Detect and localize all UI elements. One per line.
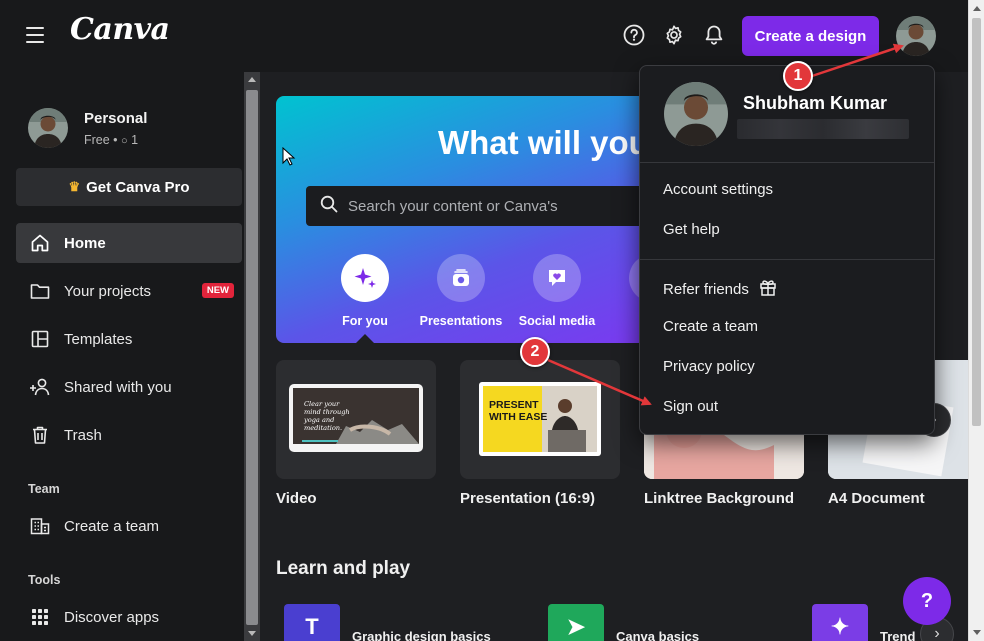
window-scrollbar[interactable] xyxy=(968,0,984,641)
svg-text:yoga and: yoga and xyxy=(303,416,334,424)
team-section-label: Team xyxy=(28,482,60,496)
category-for-you[interactable]: For you xyxy=(320,254,410,328)
heart-chat-icon xyxy=(533,254,581,302)
design-card-video[interactable]: Clear your mind through yoga and meditat… xyxy=(276,360,436,479)
search-input[interactable]: Search your content or Canva's xyxy=(306,186,646,226)
menu-item-sign-out[interactable]: Sign out xyxy=(663,398,718,415)
top-bar: Canva Create a design xyxy=(0,0,968,72)
get-canva-pro-button[interactable]: ♛ Get Canva Pro xyxy=(16,168,242,206)
user-icon: ○ xyxy=(121,134,128,147)
home-icon xyxy=(28,231,52,255)
paper-plane-icon: ➤ xyxy=(548,604,604,641)
sparkle-icon: ✦ xyxy=(812,604,868,641)
sidebar-item-your-projects[interactable]: Your projects NEW xyxy=(16,271,242,311)
menu-item-account-settings[interactable]: Account settings xyxy=(663,181,773,198)
mouse-pointer-icon xyxy=(282,146,296,172)
menu-item-get-help[interactable]: Get help xyxy=(663,221,720,238)
bell-icon[interactable] xyxy=(701,22,727,48)
design-label-video: Video xyxy=(276,490,317,507)
menu-item-privacy-policy[interactable]: Privacy policy xyxy=(663,358,755,375)
sparkle-icon xyxy=(341,254,389,302)
avatar xyxy=(28,108,68,148)
scrollbar-thumb[interactable] xyxy=(972,18,981,426)
search-icon xyxy=(320,195,338,217)
scroll-up-arrow[interactable] xyxy=(248,77,256,82)
gift-icon xyxy=(759,278,777,300)
svg-text:mind through: mind through xyxy=(304,408,350,416)
help-circle-icon[interactable] xyxy=(621,22,647,48)
building-icon xyxy=(28,514,52,538)
profile-name: Personal xyxy=(84,109,148,127)
selected-indicator xyxy=(356,334,374,343)
category-presentations[interactable]: Presentations xyxy=(416,254,506,328)
sidebar-item-shared-with-you[interactable]: Shared with you xyxy=(16,367,242,407)
new-badge: NEW xyxy=(201,283,234,298)
learn-item-canva-basics[interactable]: ➤ Canva basics xyxy=(548,604,699,641)
divider xyxy=(640,259,934,260)
canva-logo[interactable]: Canva xyxy=(70,12,170,47)
scroll-down-arrow[interactable] xyxy=(248,631,256,636)
apps-grid-icon xyxy=(28,605,52,629)
profile-plan: Free • ○ 1 xyxy=(84,132,139,147)
trash-icon xyxy=(28,423,52,447)
learn-and-play-heading: Learn and play xyxy=(276,558,411,579)
menu-icon[interactable] xyxy=(26,27,44,43)
category-social-media[interactable]: Social media xyxy=(512,254,602,328)
design-label-presentation: Presentation (16:9) xyxy=(460,490,596,507)
svg-text:Clear your: Clear your xyxy=(304,400,340,408)
tools-section-label: Tools xyxy=(28,573,61,587)
account-name: Shubham Kumar xyxy=(743,93,888,113)
sidebar: Personal Free • ○ 1 ♛ Get Canva Pro Home… xyxy=(0,72,244,641)
sidebar-item-discover-apps[interactable]: Discover apps xyxy=(16,597,242,637)
presentation-icon xyxy=(437,254,485,302)
sidebar-item-create-team[interactable]: Create a team xyxy=(16,506,242,546)
divider xyxy=(640,162,934,163)
svg-text:PRESENT: PRESENT xyxy=(489,399,539,411)
text-t-icon: T xyxy=(284,604,340,641)
help-button[interactable]: ? xyxy=(903,577,951,625)
menu-item-create-team[interactable]: Create a team xyxy=(663,318,758,335)
crown-icon: ♛ xyxy=(68,179,81,194)
sidebar-item-home[interactable]: Home xyxy=(16,223,242,263)
design-card-presentation[interactable]: PRESENT WITH EASE xyxy=(460,360,620,479)
hero-banner: What will you Search your content or Can… xyxy=(276,96,646,343)
create-design-button[interactable]: Create a design xyxy=(742,16,879,56)
sidebar-scrollbar[interactable] xyxy=(244,72,260,641)
svg-text:meditation.: meditation. xyxy=(304,424,342,432)
annotation-marker-1: 1 xyxy=(783,61,813,91)
sidebar-item-trash[interactable]: Trash xyxy=(16,415,242,455)
gear-icon[interactable] xyxy=(661,22,687,48)
avatar xyxy=(664,82,728,146)
profile-switcher[interactable]: Personal Free • ○ 1 xyxy=(28,108,147,148)
hero-title: What will you xyxy=(438,124,646,161)
annotation-marker-2: 2 xyxy=(520,337,550,367)
learn-item-graphic-design[interactable]: T Graphic design basics xyxy=(284,604,491,641)
account-menu: Shubham Kumar Account settings Get help … xyxy=(639,65,935,435)
redacted-email xyxy=(737,119,909,139)
menu-item-refer-friends[interactable]: Refer friends xyxy=(663,278,777,300)
learn-item-trend[interactable]: ✦ Trend xyxy=(812,604,915,641)
scroll-up-arrow[interactable] xyxy=(973,6,981,11)
design-label-linktree: Linktree Background xyxy=(644,490,795,507)
templates-icon xyxy=(28,327,52,351)
account-avatar[interactable] xyxy=(896,16,936,56)
scroll-down-arrow[interactable] xyxy=(973,630,981,635)
folder-icon xyxy=(28,279,52,303)
svg-text:WITH EASE: WITH EASE xyxy=(489,411,547,423)
shared-users-icon xyxy=(28,375,52,399)
scrollbar-thumb[interactable] xyxy=(246,90,258,625)
sidebar-item-templates[interactable]: Templates xyxy=(16,319,242,359)
design-label-a4-document: A4 Document xyxy=(828,490,925,507)
